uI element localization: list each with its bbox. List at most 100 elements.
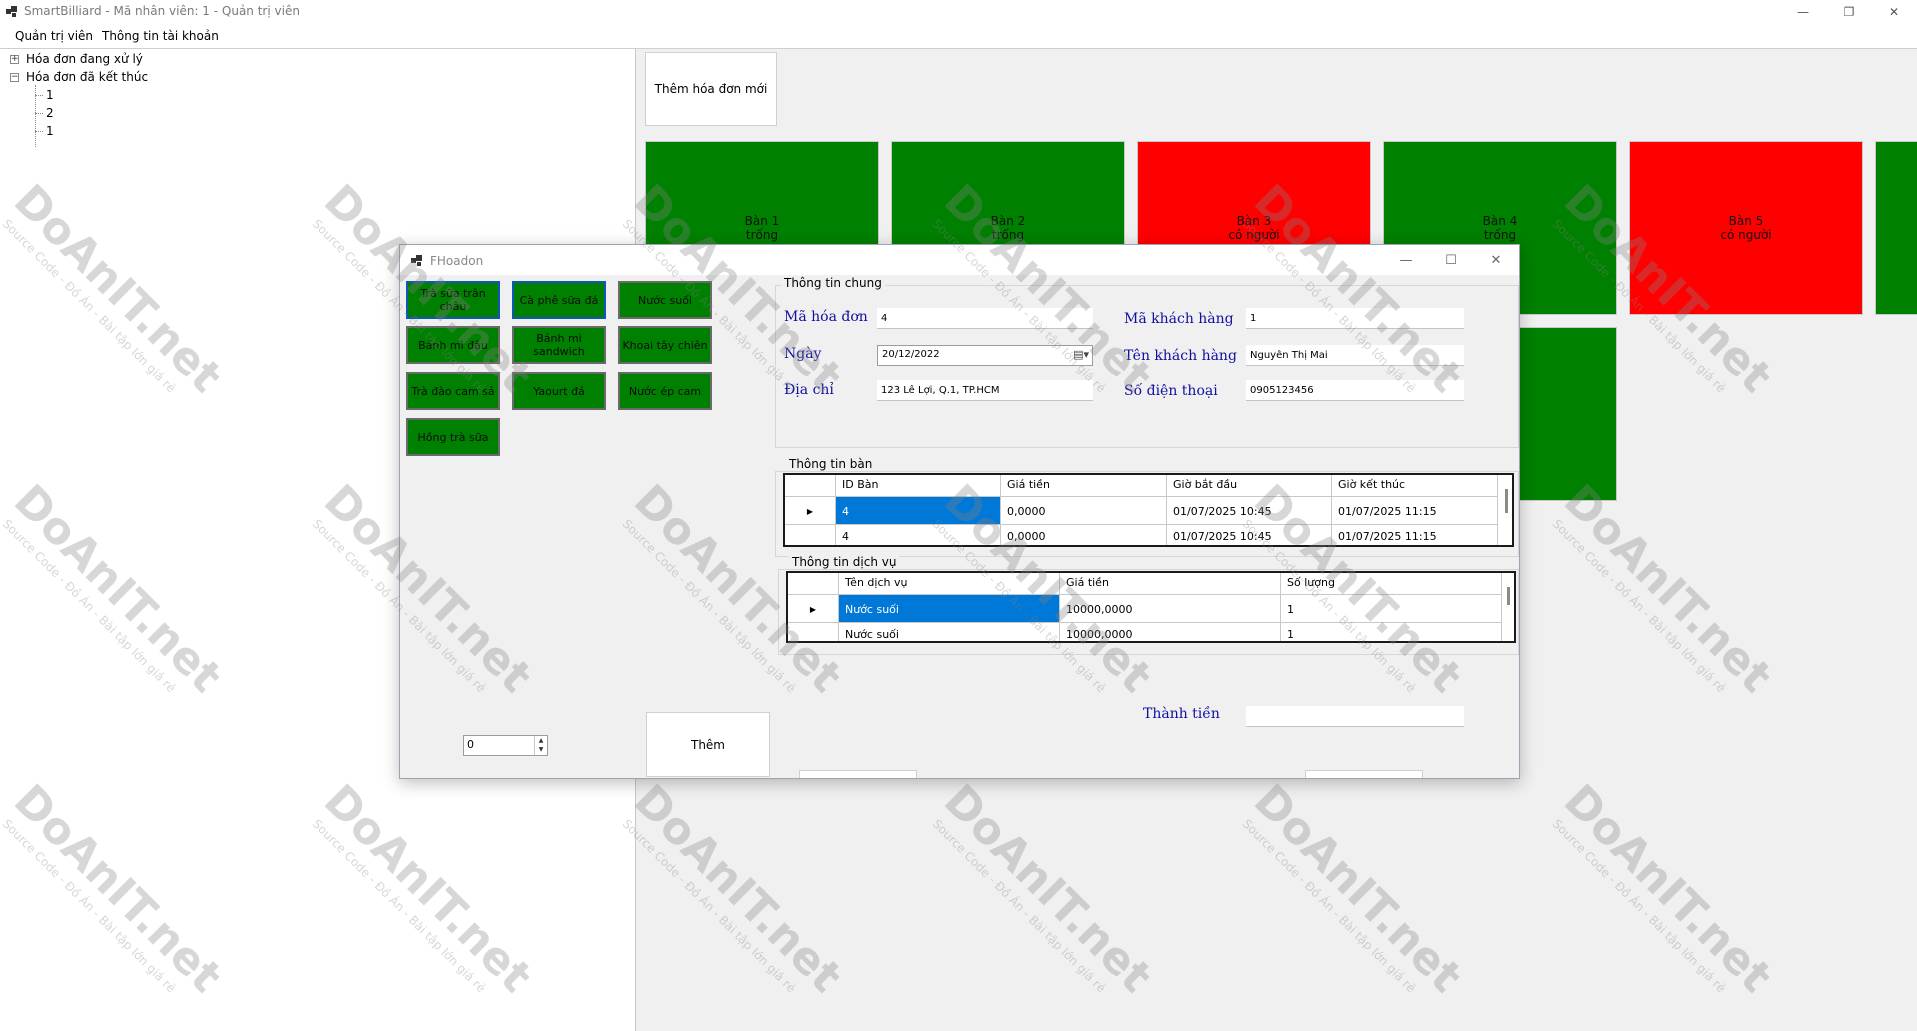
grid-cell[interactable]: 1 bbox=[1281, 595, 1502, 623]
service-button[interactable]: Khoai tây chiên bbox=[618, 326, 712, 364]
grid-cell[interactable]: Nước suối bbox=[839, 595, 1060, 623]
service-button[interactable]: Trà sữa trân châu bbox=[406, 281, 500, 319]
service-button[interactable]: Nước suối bbox=[618, 281, 712, 319]
total-field[interactable] bbox=[1246, 706, 1464, 727]
bottom-button-left[interactable] bbox=[799, 770, 917, 778]
grid-cell[interactable]: 10000,0000 bbox=[1060, 595, 1281, 623]
phone-label: Số điện thoại bbox=[1124, 383, 1218, 399]
grid-cell[interactable]: 01/07/2025 11:15 bbox=[1332, 525, 1498, 545]
new-invoice-button[interactable]: Thêm hóa đơn mới bbox=[645, 52, 777, 126]
address-label: Địa chỉ bbox=[784, 382, 834, 398]
service-button[interactable]: Yaourt đá bbox=[512, 372, 606, 410]
address-field[interactable] bbox=[877, 380, 1093, 401]
column-header[interactable]: Giờ kết thúc bbox=[1332, 475, 1498, 497]
vertical-scrollbar[interactable] bbox=[1507, 587, 1510, 605]
expand-icon[interactable]: + bbox=[10, 55, 19, 64]
dialog-minimize-button[interactable]: — bbox=[1383, 245, 1429, 275]
grid-cell[interactable]: 10000,0000 bbox=[1060, 623, 1281, 641]
minimize-icon: — bbox=[1797, 5, 1809, 19]
column-header[interactable]: Tên dịch vụ bbox=[839, 573, 1060, 595]
grid-cell[interactable]: 1 bbox=[1281, 623, 1502, 641]
table-name: Bàn 1 bbox=[744, 214, 780, 228]
service-row[interactable]: Nước suối 10000,0000 1 bbox=[788, 623, 1514, 641]
table-status: trống bbox=[745, 228, 779, 242]
grid-cell[interactable]: 4 bbox=[836, 525, 1001, 545]
customer-id-label: Mã khách hàng bbox=[1124, 311, 1234, 327]
services-info-title: Thông tin dịch vụ bbox=[789, 555, 900, 569]
stepper-arrows-icon[interactable]: ▲ ▼ bbox=[534, 736, 547, 755]
general-info-title: Thông tin chung bbox=[781, 276, 885, 290]
service-button[interactable]: Bánh mì sandwich bbox=[512, 326, 606, 364]
customer-name-label: Tên khách hàng bbox=[1124, 348, 1237, 364]
tables-grid[interactable]: ID Bàn Giá tiền Giờ bắt đầu Giờ kết thúc… bbox=[783, 473, 1514, 547]
grid-header: ID Bàn Giá tiền Giờ bắt đầu Giờ kết thúc bbox=[785, 475, 1512, 497]
table-status: có người bbox=[1228, 228, 1280, 242]
quantity-value: 0 bbox=[467, 738, 474, 751]
grid-header: Tên dịch vụ Giá tiền Số lượng bbox=[788, 573, 1514, 595]
table-name: Bàn 4 bbox=[1482, 214, 1518, 228]
restore-button[interactable]: ❐ bbox=[1826, 0, 1872, 24]
service-button[interactable]: Hồng trà sữa bbox=[406, 418, 500, 456]
tree-node-processing[interactable]: Hóa đơn đang xử lý bbox=[26, 52, 143, 66]
table-name: Bàn 2 bbox=[990, 214, 1026, 228]
vertical-scrollbar[interactable] bbox=[1505, 489, 1508, 513]
date-value: 20/12/2022 bbox=[882, 349, 940, 360]
minimize-button[interactable]: — bbox=[1780, 0, 1826, 24]
table-row[interactable]: 4 0,0000 01/07/2025 10:45 01/07/2025 11:… bbox=[785, 525, 1512, 545]
close-button[interactable]: ✕ bbox=[1871, 0, 1917, 24]
menu-admin[interactable]: Quản trị viên bbox=[15, 29, 93, 43]
grid-cell[interactable]: Nước suối bbox=[839, 623, 1060, 641]
row-pointer-icon: ▶ bbox=[788, 595, 839, 623]
grid-cell[interactable]: 0,0000 bbox=[1001, 525, 1167, 545]
invoice-id-field[interactable] bbox=[877, 308, 1093, 329]
add-service-button[interactable]: Thêm bbox=[646, 712, 770, 777]
service-button[interactable]: Bánh mì đậu bbox=[406, 326, 500, 364]
service-button[interactable]: Nước ép cam bbox=[618, 372, 712, 410]
bottom-button-right[interactable] bbox=[1305, 770, 1423, 778]
grid-cell[interactable]: 01/07/2025 10:45 bbox=[1167, 525, 1332, 545]
tree-node-invoice[interactable]: 1 bbox=[46, 88, 54, 102]
total-label: Thành tiền bbox=[1143, 706, 1220, 722]
grid-cell[interactable]: 01/07/2025 11:15 bbox=[1332, 497, 1498, 525]
tables-info-title: Thông tin bàn bbox=[786, 457, 876, 471]
phone-field[interactable] bbox=[1246, 380, 1464, 401]
tree-node-invoice[interactable]: 1 bbox=[46, 124, 54, 138]
table-name: Bàn 5 bbox=[1728, 214, 1764, 228]
dialog-title: FHoadon bbox=[430, 254, 484, 268]
menu-account-info[interactable]: Thông tin tài khoản bbox=[102, 29, 219, 43]
service-button[interactable]: Trà đào cam sả bbox=[406, 372, 500, 410]
dialog-close-button[interactable]: ✕ bbox=[1473, 245, 1519, 275]
column-header[interactable]: Giá tiền bbox=[1060, 573, 1281, 595]
table-status: trống bbox=[1483, 228, 1517, 242]
dialog-app-icon bbox=[411, 255, 422, 266]
close-icon: ✕ bbox=[1490, 252, 1502, 268]
grid-cell[interactable]: 0,0000 bbox=[1001, 497, 1167, 525]
date-picker[interactable]: 20/12/2022 ▤▾ bbox=[877, 345, 1093, 366]
row-pointer-icon: ▶ bbox=[785, 497, 836, 525]
table-tile-6[interactable] bbox=[1875, 141, 1917, 315]
grid-cell[interactable]: 4 bbox=[836, 497, 1001, 525]
column-header[interactable]: Giá tiền bbox=[1001, 475, 1167, 497]
table-row[interactable]: ▶ 4 0,0000 01/07/2025 10:45 01/07/2025 1… bbox=[785, 497, 1512, 525]
column-header[interactable]: Số lượng bbox=[1281, 573, 1502, 595]
column-header[interactable]: Giờ bắt đầu bbox=[1167, 475, 1332, 497]
services-grid[interactable]: Tên dịch vụ Giá tiền Số lượng ▶ Nước suố… bbox=[786, 571, 1516, 643]
calendar-dropdown-icon[interactable]: ▤▾ bbox=[1073, 348, 1089, 361]
table-tile-5[interactable]: Bàn 5 có người bbox=[1629, 141, 1863, 315]
minimize-icon: — bbox=[1399, 252, 1413, 268]
collapse-icon[interactable]: − bbox=[10, 73, 19, 82]
main-titlebar: SmartBilliard - Mã nhân viên: 1 - Quản t… bbox=[0, 0, 1917, 24]
dialog-maximize-button[interactable]: ☐ bbox=[1428, 245, 1474, 275]
customer-id-field[interactable] bbox=[1246, 308, 1464, 329]
menubar: Quản trị viên Thông tin tài khoản bbox=[0, 24, 1917, 49]
quantity-stepper[interactable]: 0 ▲ ▼ bbox=[463, 735, 548, 756]
close-icon: ✕ bbox=[1888, 5, 1900, 19]
customer-name-field[interactable] bbox=[1246, 345, 1464, 366]
service-button[interactable]: Cà phê sữa đá bbox=[512, 281, 606, 319]
grid-cell[interactable]: 01/07/2025 10:45 bbox=[1167, 497, 1332, 525]
tree-node-invoice[interactable]: 2 bbox=[46, 106, 54, 120]
service-row[interactable]: ▶ Nước suối 10000,0000 1 bbox=[788, 595, 1514, 623]
column-header[interactable]: ID Bàn bbox=[836, 475, 1001, 497]
tree-node-finished[interactable]: Hóa đơn đã kết thúc bbox=[26, 70, 148, 84]
table-status: trống bbox=[991, 228, 1025, 242]
